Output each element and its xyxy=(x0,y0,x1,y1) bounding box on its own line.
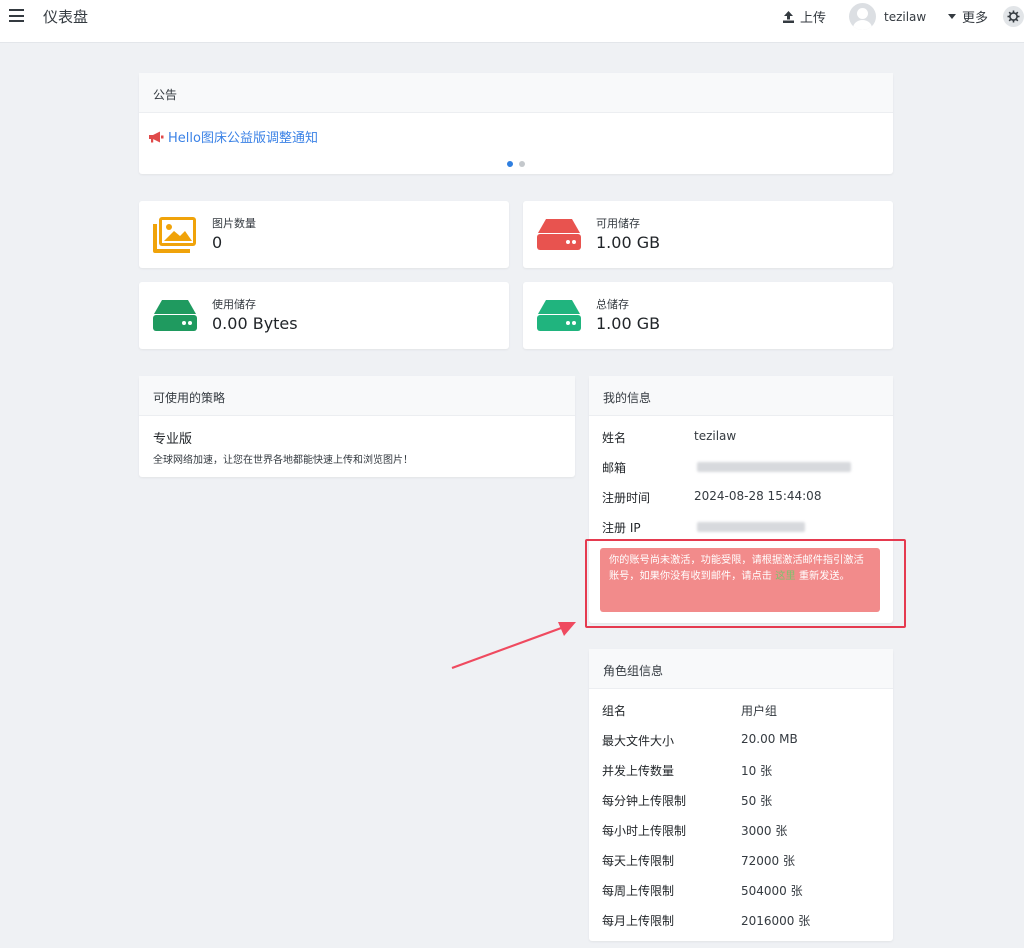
info-label-register-time: 注册时间 xyxy=(602,491,651,505)
announcement-link-text: Hello图床公益版调整通知 xyxy=(168,131,318,146)
policy-card: 可使用的策略 专业版 全球网络加速，让您在世界各地都能快速上传和浏览图片！ xyxy=(139,376,575,477)
menu-toggle-icon[interactable] xyxy=(9,9,24,22)
role-value-per-week: 504000 张 xyxy=(741,884,803,898)
role-label-per-month: 每月上传限制 xyxy=(602,914,675,928)
role-label-per-minute: 每分钟上传限制 xyxy=(602,794,687,808)
role-value-group: 用户组 xyxy=(741,704,778,718)
page-title: 仪表盘 xyxy=(43,8,89,26)
role-value-per-day: 72000 张 xyxy=(741,854,795,868)
carousel-indicators xyxy=(507,161,525,167)
stat-card-total-storage: 总储存 1.00 GB xyxy=(523,282,893,349)
role-value-concurrent: 10 张 xyxy=(741,764,773,778)
username: tezilaw xyxy=(884,9,927,24)
announcement-header: 公告 xyxy=(139,73,893,113)
upload-button[interactable]: 上传 xyxy=(783,7,826,26)
info-value-register-time: 2024-08-28 15:44:08 xyxy=(694,489,822,503)
carousel-dot-2[interactable] xyxy=(519,161,525,167)
hard-drive-icon xyxy=(536,216,582,256)
role-label-per-week: 每周上传限制 xyxy=(602,884,675,898)
stat-label-available: 可用储存 xyxy=(596,217,640,230)
info-value-ip-redacted xyxy=(697,522,805,532)
highlight-box xyxy=(585,539,906,628)
stat-card-used-storage: 使用储存 0.00 Bytes xyxy=(139,282,509,349)
info-value-email-redacted xyxy=(697,462,851,472)
avatar xyxy=(849,3,876,30)
info-label-name: 姓名 xyxy=(602,431,627,445)
stat-card-images: 图片数量 0 xyxy=(139,201,509,268)
user-menu[interactable]: tezilaw xyxy=(849,3,926,30)
megaphone-icon xyxy=(149,131,164,142)
stat-label-images: 图片数量 xyxy=(212,217,256,230)
role-label-max-file: 最大文件大小 xyxy=(602,734,675,748)
info-value-name: tezilaw xyxy=(694,429,737,443)
info-label-register-ip: 注册 IP xyxy=(602,521,641,535)
policy-name: 专业版 xyxy=(153,432,193,447)
upload-icon xyxy=(783,10,794,23)
more-label: 更多 xyxy=(962,11,989,26)
role-value-per-hour: 3000 张 xyxy=(741,824,788,838)
top-navbar: 仪表盘 上传 tezilaw 更多 xyxy=(0,0,1024,43)
role-card: 角色组信息 组名 用户组 最大文件大小 20.00 MB 并发上传数量 10 张… xyxy=(589,649,893,941)
stat-value-images: 0 xyxy=(212,233,223,252)
announcement-card: 公告 Hello图床公益版调整通知 xyxy=(139,73,893,174)
role-label-concurrent: 并发上传数量 xyxy=(602,764,675,778)
stat-card-available-storage: 可用储存 1.00 GB xyxy=(523,201,893,268)
caret-down-icon xyxy=(948,14,956,19)
role-value-max-file: 20.00 MB xyxy=(741,732,798,746)
announcement-link[interactable]: Hello图床公益版调整通知 xyxy=(149,127,318,146)
info-label-email: 邮箱 xyxy=(602,461,627,475)
stat-value-total: 1.00 GB xyxy=(596,314,661,333)
role-header: 角色组信息 xyxy=(589,649,893,689)
images-icon xyxy=(152,216,198,258)
settings-gear-icon[interactable] xyxy=(1003,6,1024,27)
hard-drive-icon xyxy=(536,297,582,337)
hard-drive-icon xyxy=(152,297,198,337)
policy-header: 可使用的策略 xyxy=(139,376,575,416)
carousel-dot-1[interactable] xyxy=(507,161,513,167)
role-label-per-hour: 每小时上传限制 xyxy=(602,824,687,838)
stat-value-available: 1.00 GB xyxy=(596,233,661,252)
stat-label-total: 总储存 xyxy=(596,298,629,311)
stat-value-used: 0.00 Bytes xyxy=(212,314,298,333)
role-value-per-minute: 50 张 xyxy=(741,794,773,808)
my-info-header: 我的信息 xyxy=(589,376,893,416)
annotation-arrow-icon xyxy=(451,622,576,670)
role-label-group: 组名 xyxy=(602,704,627,718)
upload-label: 上传 xyxy=(800,11,827,26)
role-label-per-day: 每天上传限制 xyxy=(602,854,675,868)
policy-description: 全球网络加速，让您在世界各地都能快速上传和浏览图片！ xyxy=(153,455,413,466)
role-value-per-month: 2016000 张 xyxy=(741,914,811,928)
stat-label-used: 使用储存 xyxy=(212,298,256,311)
more-dropdown[interactable]: 更多 xyxy=(948,7,988,26)
